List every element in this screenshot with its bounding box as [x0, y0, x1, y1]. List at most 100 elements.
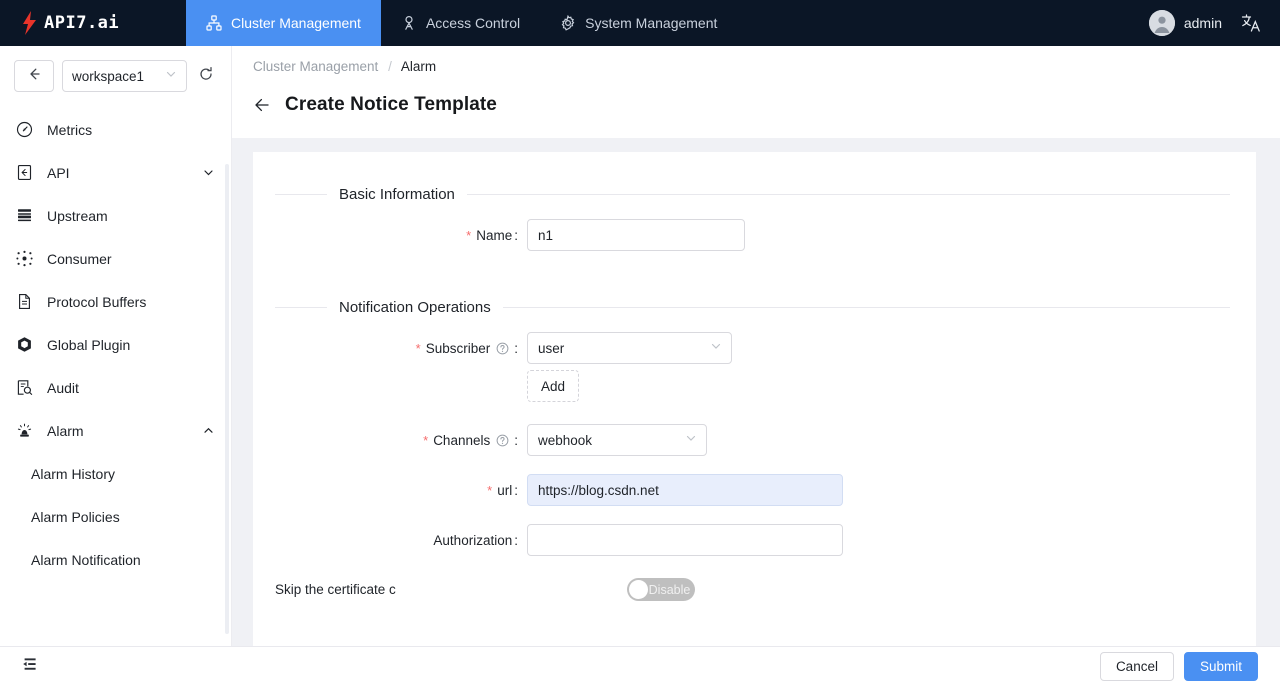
sidebar-item-global-plugin[interactable]: Global Plugin — [0, 323, 231, 366]
sidebar-item-consumer[interactable]: Consumer — [0, 237, 231, 280]
consumer-network-icon — [16, 250, 38, 267]
name-input[interactable] — [527, 219, 745, 251]
refresh-button[interactable] — [195, 66, 217, 87]
sidebar-item-upstream[interactable]: Upstream — [0, 194, 231, 237]
page-title: Create Notice Template — [285, 94, 497, 115]
nav-cluster-management[interactable]: Cluster Management — [186, 0, 381, 46]
field-subscriber-label-suffix: : — [514, 340, 518, 356]
field-authorization-label-text: Authorization — [433, 532, 513, 548]
brand-logo[interactable]: API7.ai — [0, 0, 186, 46]
sidebar-item-metrics[interactable]: Metrics — [0, 108, 231, 151]
sidebar-collapse-button[interactable] — [0, 655, 46, 678]
field-name-label: * Name : — [275, 228, 527, 243]
question-circle-icon[interactable] — [496, 342, 509, 355]
chevron-down-icon — [710, 339, 722, 357]
avatar — [1148, 10, 1175, 36]
required-asterisk: * — [415, 340, 421, 356]
sidebar-collapse-icon — [21, 655, 39, 678]
alarm-light-icon — [16, 422, 38, 439]
nav-system-management-label: System Management — [585, 15, 718, 31]
access-control-icon — [401, 15, 417, 31]
field-url-label-suffix: : — [514, 482, 518, 498]
nav-access-control[interactable]: Access Control — [381, 0, 540, 46]
app-root: API7.ai Cluster Management Access Contro… — [0, 0, 1280, 686]
page-back-button[interactable] — [253, 96, 271, 114]
required-asterisk: * — [423, 432, 429, 448]
toggle-knob — [629, 580, 648, 599]
sidebar-item-api-label: API — [47, 164, 70, 181]
chevron-down-icon[interactable] — [202, 166, 215, 179]
required-asterisk: * — [466, 227, 472, 243]
field-authorization-label-suffix: : — [514, 532, 518, 548]
sidebar-back-button[interactable] — [14, 60, 54, 92]
footer-bar: Cancel Submit — [0, 646, 1280, 686]
channels-select[interactable]: webhook — [527, 424, 707, 456]
field-name-label-suffix: : — [514, 227, 518, 243]
footer-actions: Cancel Submit — [1099, 652, 1280, 681]
field-subscriber-label-text: Subscriber — [425, 340, 491, 356]
workspace-select[interactable]: workspace1 — [62, 60, 187, 92]
subscriber-select-value: user — [538, 340, 565, 356]
section-header-basic-information: Basic Information — [253, 186, 1256, 203]
user-menu[interactable]: admin — [1148, 10, 1222, 36]
url-input[interactable] — [527, 474, 843, 506]
breadcrumb-current: Alarm — [400, 59, 437, 74]
sidebar-item-alarm-history-label: Alarm History — [31, 465, 116, 482]
cube-icon — [16, 336, 38, 353]
sidebar-item-api[interactable]: API — [0, 151, 231, 194]
workspace-selector-row: workspace1 — [0, 46, 231, 102]
file-icon — [16, 293, 38, 310]
field-url-label: * url : — [275, 483, 527, 498]
section-title-basic-information: Basic Information — [339, 186, 455, 203]
section-rule-left — [275, 194, 327, 195]
sidebar-item-protocol-buffers[interactable]: Protocol Buffers — [0, 280, 231, 323]
sidebar-scrollbar[interactable] — [225, 164, 229, 634]
content-background: Basic Information * Name : Notification … — [232, 138, 1280, 646]
brand-logo-text: API7.ai — [44, 12, 120, 33]
top-nav-items: Cluster Management Access Control System… — [186, 0, 737, 46]
subscriber-select[interactable]: user — [527, 332, 732, 364]
sidebar-item-audit[interactable]: Audit — [0, 366, 231, 409]
cancel-button[interactable]: Cancel — [1099, 652, 1174, 681]
language-switch-icon[interactable] — [1240, 12, 1262, 34]
gauge-icon — [16, 121, 38, 138]
gear-icon — [560, 15, 576, 31]
nav-access-control-label: Access Control — [425, 15, 521, 31]
field-authorization-row: Authorization : — [253, 524, 1256, 556]
skip-certificate-label: Skip the certificate c — [275, 582, 396, 597]
sidebar-menu: Metrics API Upstream Consumer Protocol B… — [0, 102, 231, 581]
field-add-row: Add — [253, 370, 1256, 402]
sidebar-item-alarm-notification[interactable]: Alarm Notification — [0, 538, 231, 581]
add-subscriber-button[interactable]: Add — [527, 370, 579, 402]
sidebar-item-alarm-policies[interactable]: Alarm Policies — [0, 495, 231, 538]
field-subscriber-row: * Subscriber : user — [253, 332, 1256, 364]
channels-select-value: webhook — [538, 432, 593, 448]
sidebar-item-alarm[interactable]: Alarm — [0, 409, 231, 452]
breadcrumb: Cluster Management / Alarm — [232, 46, 1280, 74]
section-header-notification-operations: Notification Operations — [253, 299, 1256, 316]
submit-button[interactable]: Submit — [1183, 652, 1258, 681]
skip-certificate-toggle-label: Disable — [648, 582, 691, 597]
breadcrumb-parent[interactable]: Cluster Management — [253, 59, 378, 74]
top-bar-right-area: admin — [1148, 0, 1280, 46]
sidebar-item-alarm-notification-label: Alarm Notification — [31, 551, 141, 568]
top-navigation-bar: API7.ai Cluster Management Access Contro… — [0, 0, 1280, 46]
api-doc-icon — [16, 164, 38, 181]
main-content: Cluster Management / Alarm Create Notice… — [232, 46, 1280, 646]
sidebar-item-metrics-label: Metrics — [47, 121, 93, 138]
breadcrumb-separator: / — [388, 59, 392, 74]
lightning-bolt-icon — [22, 11, 37, 35]
section-rule-left — [275, 307, 327, 308]
cancel-button-label: Cancel — [1115, 659, 1158, 674]
section-rule-right — [502, 307, 1230, 308]
sidebar-item-alarm-label: Alarm — [47, 422, 84, 439]
field-channels-label-suffix: : — [514, 432, 518, 448]
skip-certificate-toggle[interactable]: Disable — [627, 578, 695, 601]
section-rule-right — [466, 194, 1230, 195]
chevron-up-icon[interactable] — [202, 424, 215, 437]
nav-system-management[interactable]: System Management — [540, 0, 737, 46]
authorization-input[interactable] — [527, 524, 843, 556]
sidebar-item-alarm-history[interactable]: Alarm History — [0, 452, 231, 495]
field-channels-row: * Channels : webhook — [253, 424, 1256, 456]
question-circle-icon[interactable] — [496, 434, 509, 447]
